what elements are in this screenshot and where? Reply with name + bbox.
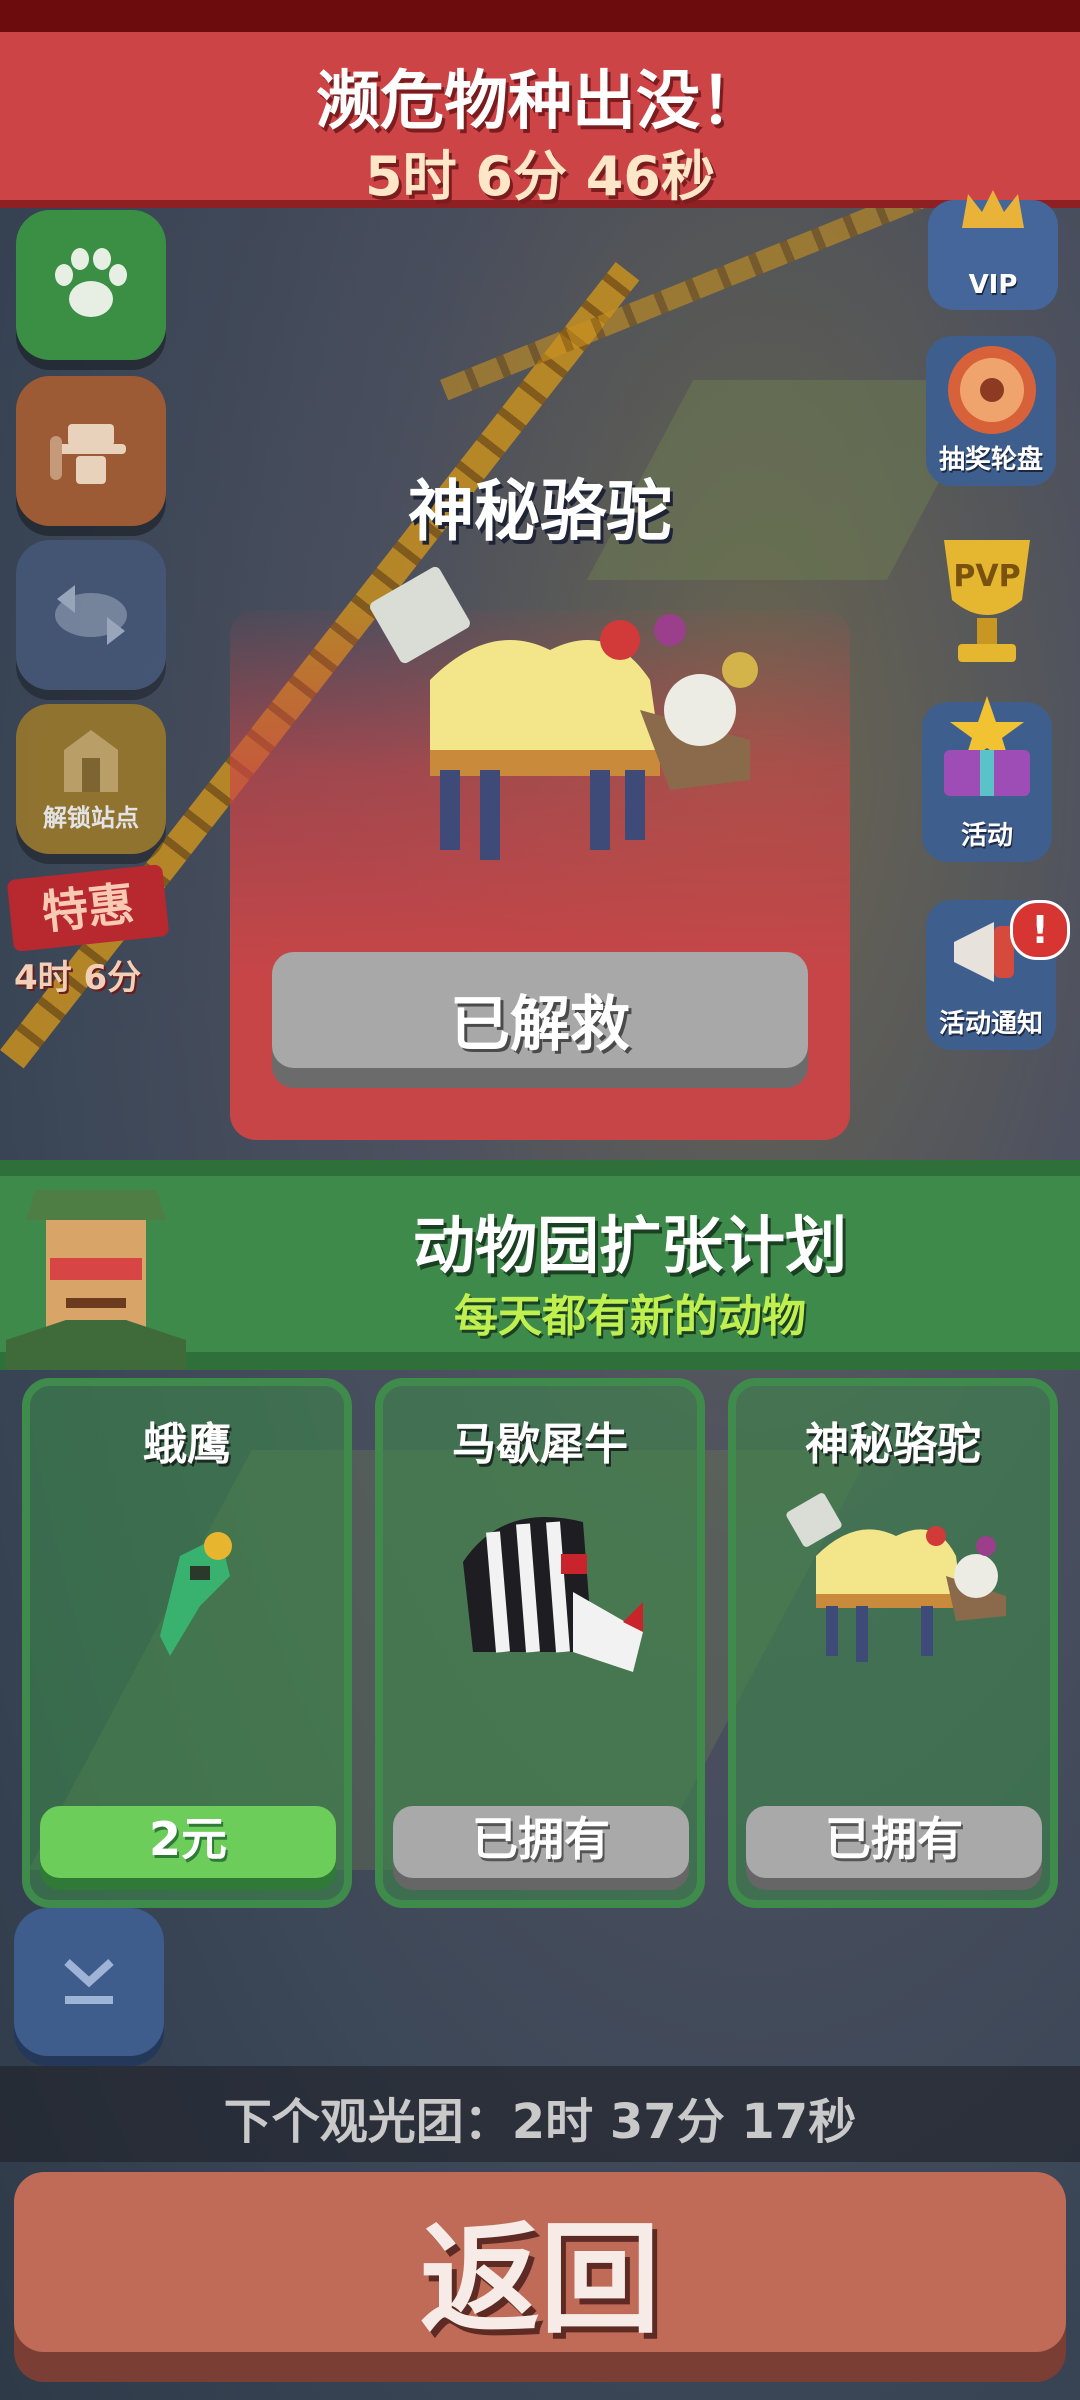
endangered-banner: 濒危物种出没！ 5时 6分 46秒 — [0, 32, 1080, 208]
ranger-icon — [50, 424, 126, 484]
rescued-button[interactable]: 已解救 — [272, 952, 808, 1102]
animal-card-name: 神秘骆驼 — [805, 1419, 981, 1470]
expansion-plan-title: 动物园扩张计划 — [412, 1209, 847, 1282]
owned-button[interactable]: 已拥有 — [746, 1806, 1042, 1878]
animals-button[interactable] — [16, 210, 166, 360]
buy-button[interactable]: 2元 — [40, 1806, 336, 1878]
lottery-wheel-label: 抽奖轮盘 — [938, 445, 1043, 475]
back-button-label: 返回 — [420, 2211, 660, 2350]
lottery-wheel-button[interactable]: 抽奖轮盘 — [926, 336, 1056, 486]
vip-button[interactable]: VIP — [928, 190, 1058, 310]
ranger-button[interactable] — [16, 376, 166, 526]
pvp-button[interactable]: PVP — [922, 530, 1052, 680]
event-notice-label: 活动通知 — [938, 1009, 1043, 1039]
expansion-plan-subtitle: 每天都有新的动物 — [454, 1291, 806, 1342]
rhino-image — [463, 1517, 643, 1672]
mystery-camel-image — [370, 566, 758, 860]
unlock-station-button[interactable]: 解锁站点 — [16, 704, 166, 854]
special-offer-button[interactable]: 特惠 4时 6分 — [0, 864, 170, 1012]
unlock-station-label: 解锁站点 — [43, 803, 139, 832]
special-offer-title: 特惠 — [6, 864, 170, 952]
animal-card-name: 马歇犀牛 — [452, 1419, 628, 1470]
gift-box-icon — [944, 696, 1030, 796]
swap-button[interactable] — [16, 540, 166, 690]
paw-icon — [55, 248, 127, 317]
download-arrow-icon — [64, 1959, 114, 2004]
event-button[interactable]: 活动 — [922, 696, 1052, 862]
popup-animal-name: 神秘骆驼 — [408, 473, 672, 550]
vip-label: VIP — [968, 270, 1018, 300]
station-icon — [64, 729, 118, 792]
trophy-icon: PVP — [944, 540, 1030, 662]
back-button[interactable]: 返回 — [14, 2172, 1066, 2382]
animal-card[interactable]: 蛾鹰 2元 — [22, 1378, 352, 1908]
status-strip — [0, 0, 1080, 32]
banner-title: 濒危物种出没！ — [316, 65, 764, 139]
zookeeper-portrait — [6, 1190, 186, 1370]
animal-card-name: 蛾鹰 — [143, 1419, 231, 1470]
next-tour-countdown: 下个观光团：2时 37分 17秒 — [223, 2094, 857, 2150]
lottery-wheel-icon — [948, 346, 1036, 434]
owned-button[interactable]: 已拥有 — [393, 1806, 689, 1878]
animal-card[interactable]: 马歇犀牛 已拥有 — [375, 1378, 705, 1908]
swap-icon — [55, 585, 127, 645]
animal-card[interactable]: 神秘骆驼 已拥有 — [728, 1378, 1058, 1908]
vip-crown-icon — [962, 190, 1024, 228]
notification-badge: ! — [1010, 900, 1070, 960]
collapse-button[interactable] — [14, 1908, 164, 2056]
mystery-camel-image — [786, 1493, 1006, 1662]
event-label: 活动 — [960, 821, 1013, 851]
moth-hawk-image — [160, 1532, 232, 1656]
pvp-label: PVP — [953, 559, 1020, 594]
special-offer-timer: 4时 6分 — [14, 958, 142, 998]
banner-timer: 5时 6分 46秒 — [365, 145, 715, 208]
rescued-button-label: 已解救 — [450, 990, 630, 1060]
